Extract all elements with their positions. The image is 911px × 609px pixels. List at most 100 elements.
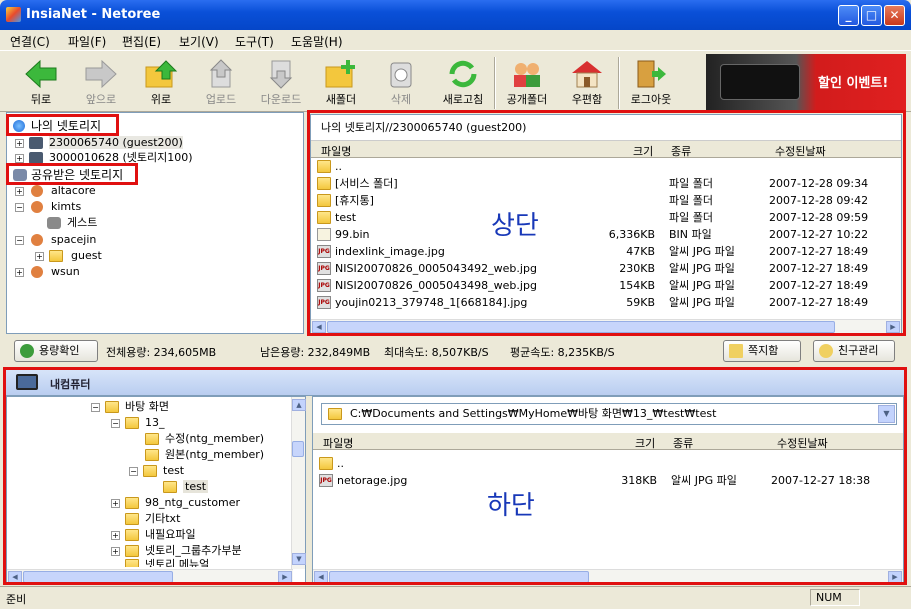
expand-icon[interactable]: + [15, 154, 24, 163]
column-size[interactable]: 크기 [633, 143, 653, 159]
tree-item-altacore[interactable]: + altacore [13, 183, 96, 199]
tree-item-test-selected[interactable]: test [163, 479, 209, 495]
message-box-button[interactable]: 쪽지함 [723, 340, 801, 362]
minimize-button[interactable]: _ [838, 5, 859, 26]
vertical-scrollbar[interactable]: ▲ ▼ [291, 397, 306, 569]
tree-item-needed-files[interactable]: + 내필요파일 [111, 527, 196, 543]
tree-item-test[interactable]: − test [129, 463, 184, 479]
forward-button[interactable]: 앞으로 [74, 55, 128, 113]
download-button[interactable]: 다운로드 [254, 55, 308, 113]
folder-icon [125, 513, 139, 525]
up-button[interactable]: 위로 [134, 55, 188, 113]
tree-item-kimts[interactable]: − kimts [13, 199, 81, 215]
file-row[interactable]: 99.bin 6,336KB BIN 파일 2007-12-27 10:22 [311, 226, 901, 243]
expand-icon[interactable]: + [111, 547, 120, 556]
expand-icon[interactable]: + [15, 187, 24, 196]
collapse-icon[interactable]: − [15, 236, 24, 245]
menu-file[interactable]: 파일(F) [68, 33, 106, 50]
file-row[interactable]: .. [311, 158, 901, 175]
file-row[interactable]: JPG NISI20070826_0005043498_web.jpg 154KB 알… [311, 277, 901, 294]
menu-tools[interactable]: 도구(T) [235, 33, 274, 50]
collapse-icon[interactable]: − [15, 203, 24, 212]
column-type[interactable]: 종류 [673, 435, 693, 451]
folder-icon [125, 417, 139, 429]
expand-icon[interactable]: + [15, 268, 24, 277]
file-row[interactable]: JPG youjin0213_379748_1[668184].jpg 59KB 알씨… [311, 294, 901, 311]
scroll-right-icon[interactable]: ▶ [888, 571, 902, 583]
tree-label: test [163, 464, 185, 477]
logout-button[interactable]: 로그아웃 [624, 55, 678, 113]
menu-help[interactable]: 도움말(H) [291, 33, 343, 50]
scroll-down-icon[interactable]: ▼ [292, 553, 306, 565]
tree-item-desktop[interactable]: − 바탕 화면 [91, 399, 169, 415]
tree-item-wsun[interactable]: + wsun [13, 264, 80, 280]
expand-icon[interactable]: + [111, 499, 120, 508]
file-row[interactable]: .. [313, 455, 903, 472]
back-button[interactable]: 뒤로 [14, 55, 68, 113]
menu-view[interactable]: 보기(V) [179, 33, 219, 50]
expand-icon[interactable]: + [15, 139, 24, 148]
close-button[interactable]: ✕ [884, 5, 905, 26]
column-size[interactable]: 크기 [635, 435, 655, 451]
column-name[interactable]: 파일명 [323, 435, 353, 451]
tree-item-manual[interactable]: 넷토리 메뉴얼 [111, 557, 209, 567]
column-modified[interactable]: 수정된날짜 [775, 143, 826, 159]
chevron-down-icon[interactable]: ▼ [878, 405, 895, 423]
promo-banner[interactable]: 할인 이벤트! [706, 54, 906, 110]
scroll-thumb[interactable] [327, 321, 835, 333]
capacity-check-button[interactable]: 용량확인 [14, 340, 98, 362]
upload-button[interactable]: 업로드 [194, 55, 248, 113]
menu-connect[interactable]: 연결(C) [10, 33, 50, 50]
local-path-combo[interactable]: C:₩Documents and Settings₩MyHome₩바탕 화면₩1… [321, 403, 897, 425]
refresh-button[interactable]: 새로고침 [436, 55, 490, 113]
column-name[interactable]: 파일명 [321, 143, 351, 159]
status-bar: 준비 NUM [0, 586, 911, 609]
scroll-right-icon[interactable]: ▶ [278, 571, 292, 583]
file-row[interactable]: JPG NISI20070826_0005043492_web.jpg 230KB 알… [311, 260, 901, 277]
scroll-left-icon[interactable]: ◀ [314, 571, 328, 583]
collapse-icon[interactable]: − [111, 419, 120, 428]
scroll-thumb[interactable] [23, 571, 173, 583]
delete-label: 삭제 [390, 93, 412, 106]
scroll-right-icon[interactable]: ▶ [886, 321, 900, 333]
tree-item-modified[interactable]: 수정(ntg_member) [145, 431, 264, 447]
folder-icon [317, 211, 331, 224]
scroll-left-icon[interactable]: ◀ [8, 571, 22, 583]
shared-folder-button[interactable]: 공개폴더 [500, 55, 554, 113]
file-row[interactable]: test 파일 폴더 2007-12-28 09:59 [311, 209, 901, 226]
file-row[interactable]: JPG netorage.jpg 318KB 알씨 JPG 파일 2007-12-27 … [313, 472, 903, 489]
scroll-left-icon[interactable]: ◀ [312, 321, 326, 333]
file-row[interactable]: [휴지통] 파일 폴더 2007-12-28 09:42 [311, 192, 901, 209]
horizontal-scrollbar[interactable]: ◀ ▶ [311, 319, 901, 333]
tree-item-98-customer[interactable]: + 98_ntg_customer [111, 495, 240, 511]
expand-icon[interactable]: + [35, 252, 44, 261]
file-row[interactable]: [서비스 폴더] 파일 폴더 2007-12-28 09:34 [311, 175, 901, 192]
file-row[interactable]: JPG indexlink_image.jpg 47KB 알씨 JPG 파일 2007-… [311, 243, 901, 260]
scroll-thumb[interactable] [292, 441, 304, 457]
tree-item-spacejin[interactable]: − spacejin [13, 232, 96, 248]
new-folder-button[interactable]: 새폴더 [314, 55, 368, 113]
collapse-icon[interactable]: − [129, 467, 138, 476]
tree-label: kimts [51, 200, 82, 213]
expand-icon[interactable]: + [111, 531, 120, 540]
tree-item-guest-kr[interactable]: 게스트 [47, 215, 97, 231]
horizontal-scrollbar[interactable]: ◀ ▶ [7, 569, 293, 583]
maximize-button[interactable]: □ [861, 5, 882, 26]
tree-item-etc-txt[interactable]: 기타txt [111, 511, 180, 527]
scroll-thumb[interactable] [329, 571, 589, 583]
menu-edit[interactable]: 편집(E) [122, 33, 161, 50]
tree-item-account-1[interactable]: + 2300065740 (guest200) [13, 135, 183, 151]
horizontal-scrollbar[interactable]: ◀ ▶ [313, 569, 903, 583]
tree-item-13[interactable]: − 13_ [111, 415, 165, 431]
scroll-up-icon[interactable]: ▲ [292, 399, 306, 411]
jpg-file-icon: JPG [317, 296, 331, 309]
upload-icon [209, 59, 233, 88]
delete-button[interactable]: 삭제 [374, 55, 428, 113]
column-modified[interactable]: 수정된날짜 [777, 435, 828, 451]
tree-item-guest[interactable]: + guest [33, 248, 102, 264]
mailbox-button[interactable]: 우편함 [560, 55, 614, 113]
tree-item-original[interactable]: 원본(ntg_member) [145, 447, 264, 463]
friends-button[interactable]: 친구관리 [813, 340, 895, 362]
column-type[interactable]: 종류 [671, 143, 691, 159]
collapse-icon[interactable]: − [91, 403, 100, 412]
